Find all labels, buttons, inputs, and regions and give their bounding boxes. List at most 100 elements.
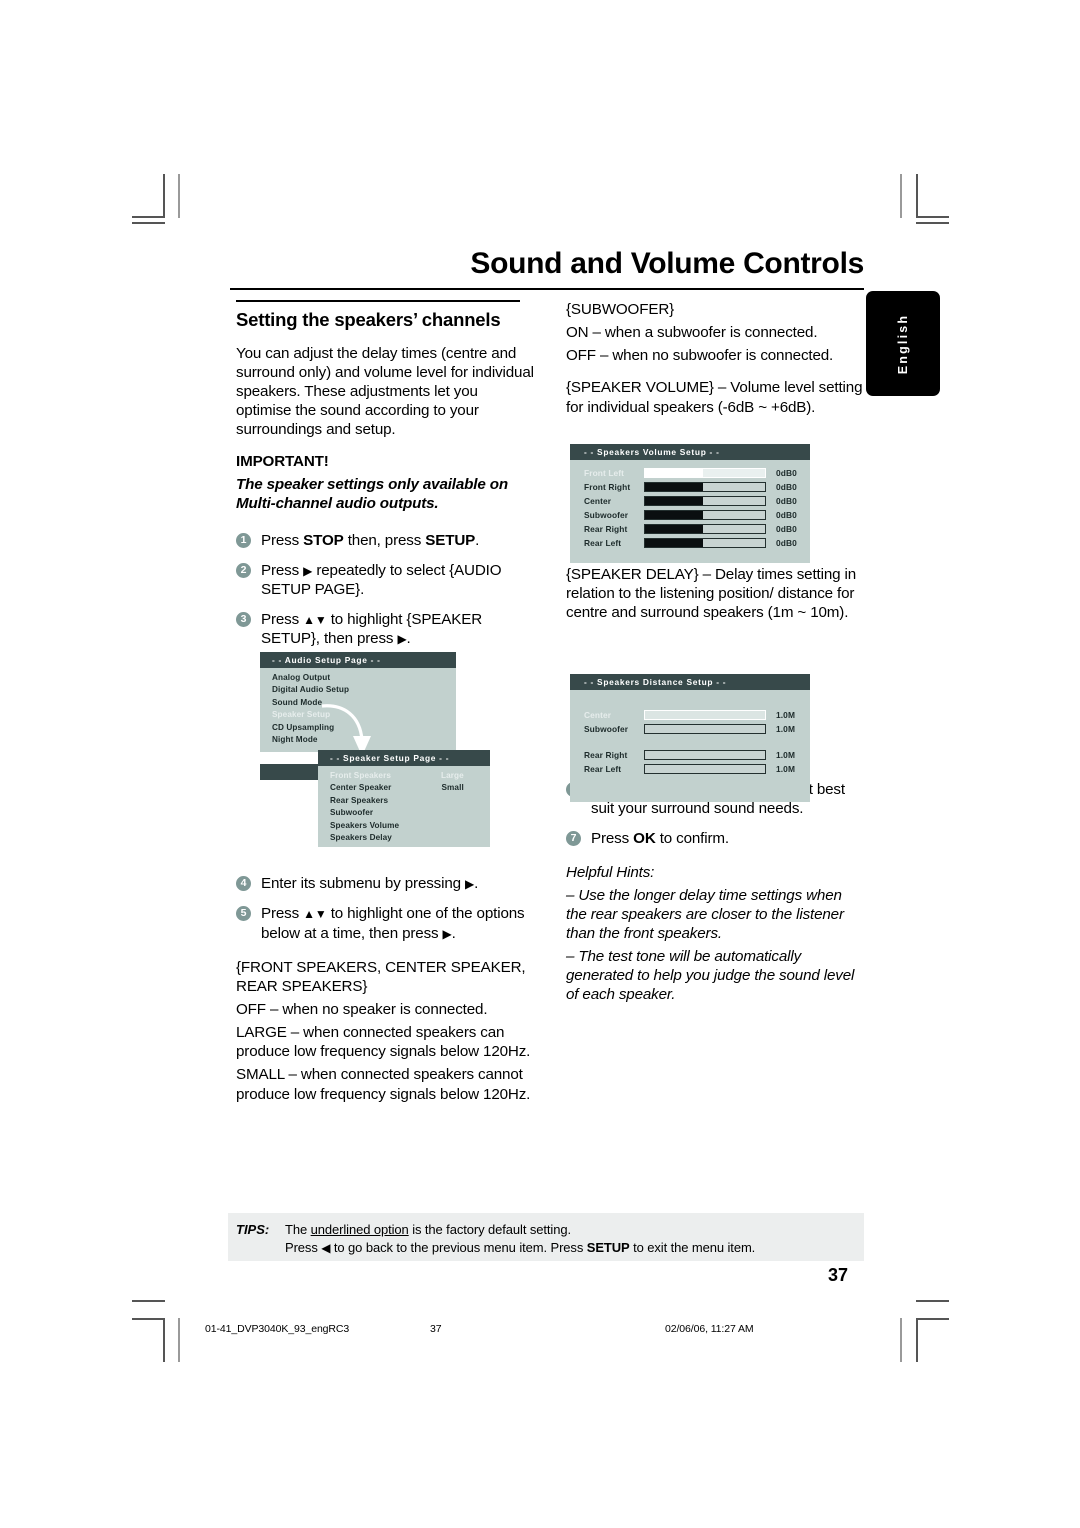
osd-row-speakers-delay[interactable]: Speakers Delay <box>318 832 490 844</box>
osd-title-speaker-setup: - - Speaker Setup Page - - <box>318 750 490 766</box>
step-2: 2 Press ▶ repeatedly to select {AUDIO SE… <box>236 561 536 599</box>
osd-row-center-speaker[interactable]: Center Speaker Small <box>318 782 490 794</box>
language-tab-label: English <box>896 313 910 374</box>
volume-slider-rear-right[interactable] <box>644 524 766 534</box>
crop-mark-bottom-left-vertical <box>163 1318 165 1362</box>
osd-speaker-setup-page: - - Speaker Setup Page - - Front Speaker… <box>318 750 490 847</box>
volume-value-center: 0dB0 <box>776 496 797 506</box>
osd-label-front-speakers: Front Speakers <box>330 771 392 780</box>
volume-row-subwoofer[interactable]: Subwoofer 0dB0 <box>570 508 810 522</box>
option-off: OFF – when no speaker is connected. <box>236 1001 488 1019</box>
distance-row-subwoofer[interactable]: Subwoofer 1.0M <box>570 722 810 736</box>
crop-mark-bottom-right-vertical <box>916 1318 918 1362</box>
distance-value-subwoofer: 1.0M <box>776 724 796 734</box>
volume-label-rear-left: Rear Left <box>584 538 622 548</box>
steps-list-left-lower: 4 Enter its submenu by pressing ▶. 5 Pre… <box>236 874 536 942</box>
crop-mark-bottom-left-bleed-vertical <box>178 1318 180 1362</box>
distance-value-rear-left: 1.0M <box>776 764 796 774</box>
volume-slider-subwoofer[interactable] <box>644 510 766 520</box>
step-text: Press <box>261 611 304 629</box>
options-heading: {FRONT SPEAKERS, CENTER SPEAKER, REAR SP… <box>236 958 526 995</box>
osd-title-audio-setup: - - Audio Setup Page - - <box>260 652 456 668</box>
step-text: Press <box>261 561 304 579</box>
crop-mark-top-right-horizontal <box>916 216 949 218</box>
manual-page: Sound and Volume Controls English Settin… <box>0 0 1080 1528</box>
step-key-setup: SETUP <box>425 531 476 549</box>
up-down-arrow-icon: ▲▼ <box>303 907 327 922</box>
distance-row-center[interactable]: Center 1.0M <box>570 708 810 722</box>
osd-item-digital-audio-setup[interactable]: Digital Audio Setup <box>260 684 456 696</box>
step-key-ok: OK <box>633 830 656 848</box>
crop-mark-top-left-vertical <box>163 174 165 218</box>
steps-list-left: 1 Press STOP then, press SETUP. 2 Press … <box>236 531 536 649</box>
right-arrow-icon: ▶ <box>442 926 452 941</box>
osd-value-front-speakers: Large <box>441 771 464 780</box>
subwoofer-heading: {SUBWOOFER} <box>566 301 675 318</box>
distance-slider-center[interactable] <box>644 710 766 720</box>
volume-row-front-right[interactable]: Front Right 0dB0 <box>570 480 810 494</box>
option-small: SMALL – when connected speakers cannot p… <box>236 1066 531 1103</box>
section-divider <box>236 300 520 302</box>
volume-value-rear-left: 0dB0 <box>776 538 797 548</box>
crop-mark-top-left-bleed-horizontal <box>132 222 165 224</box>
volume-label-front-left: Front Left <box>584 468 625 478</box>
distance-slider-rear-right[interactable] <box>644 750 766 760</box>
crop-mark-top-right-bleed-vertical <box>900 174 902 218</box>
distance-label-subwoofer: Subwoofer <box>584 724 629 734</box>
step-text-3: . <box>451 924 456 942</box>
volume-slider-rear-left[interactable] <box>644 538 766 548</box>
volume-slider-front-right[interactable] <box>644 482 766 492</box>
step-4: 4 Enter its submenu by pressing ▶. <box>236 874 536 893</box>
volume-label-subwoofer: Subwoofer <box>584 510 629 520</box>
crop-mark-bottom-left-bleed-horizontal <box>132 1300 165 1302</box>
distance-label-center: Center <box>584 710 612 720</box>
osd-row-front-speakers[interactable]: Front Speakers Large <box>318 770 490 782</box>
distance-row-rear-left[interactable]: Rear Left 1.0M <box>570 762 810 776</box>
volume-value-rear-right: 0dB0 <box>776 524 797 534</box>
subwoofer-on: ON – when a subwoofer is connected. <box>566 324 818 342</box>
volume-value-front-left: 0dB0 <box>776 468 797 478</box>
tips-line-2: Press ◀ to go back to the previous menu … <box>285 1240 755 1255</box>
step-3: 3 Press ▲▼ to highlight {SPEAKER SETUP},… <box>236 610 536 648</box>
osd-item-analog-output[interactable]: Analog Output <box>260 672 456 684</box>
tips-box: TIPS: The underlined option is the facto… <box>228 1213 864 1261</box>
step-number: 5 <box>236 906 251 922</box>
right-arrow-icon: ▶ <box>397 632 407 647</box>
volume-row-rear-right[interactable]: Rear Right 0dB0 <box>570 522 810 536</box>
osd-speakers-distance-setup: - - Speakers Distance Setup - - Center 1… <box>570 674 810 802</box>
volume-row-rear-left[interactable]: Rear Left 0dB0 <box>570 536 810 550</box>
distance-label-rear-right: Rear Right <box>584 750 628 760</box>
tips-line2-pre: Press <box>285 1240 322 1255</box>
volume-row-front-left[interactable]: Front Left 0dB0 <box>570 466 810 480</box>
intro-paragraph: You can adjust the delay times (centre a… <box>236 344 534 439</box>
distance-slider-rear-left[interactable] <box>644 764 766 774</box>
step-text-3: . <box>406 630 411 648</box>
step-text-2: . <box>474 875 479 893</box>
step-text-2: then, press <box>343 531 426 549</box>
step-text-3: . <box>475 531 480 549</box>
volume-label-front-right: Front Right <box>584 482 631 492</box>
crop-mark-top-right-vertical <box>916 174 918 218</box>
volume-label-center: Center <box>584 496 612 506</box>
volume-row-center[interactable]: Center 0dB0 <box>570 494 810 508</box>
volume-slider-center[interactable] <box>644 496 766 506</box>
distance-value-rear-right: 1.0M <box>776 750 796 760</box>
right-arrow-icon: ▶ <box>465 877 475 892</box>
distance-label-rear-left: Rear Left <box>584 764 622 774</box>
step-5: 5 Press ▲▼ to highlight one of the optio… <box>236 904 536 942</box>
helpful-hint-1: – Use the longer delay time settings whe… <box>566 886 844 942</box>
printer-footer-page: 37 <box>430 1323 442 1335</box>
distance-row-rear-right[interactable]: Rear Right 1.0M <box>570 748 810 762</box>
volume-slider-front-left[interactable] <box>644 468 766 478</box>
step-text-2: to confirm. <box>655 830 729 848</box>
osd-row-subwoofer[interactable]: Subwoofer <box>318 807 490 819</box>
osd-row-rear-speakers[interactable]: Rear Speakers <box>318 795 490 807</box>
header-divider <box>230 288 864 290</box>
crop-mark-bottom-right-bleed-vertical <box>900 1318 902 1362</box>
distance-slider-subwoofer[interactable] <box>644 724 766 734</box>
distance-value-center: 1.0M <box>776 710 796 720</box>
osd-row-speakers-volume[interactable]: Speakers Volume <box>318 820 490 832</box>
language-tab-english: English <box>866 291 940 396</box>
crop-mark-bottom-right-bleed-horizontal <box>916 1300 949 1302</box>
step-number: 2 <box>236 562 251 578</box>
